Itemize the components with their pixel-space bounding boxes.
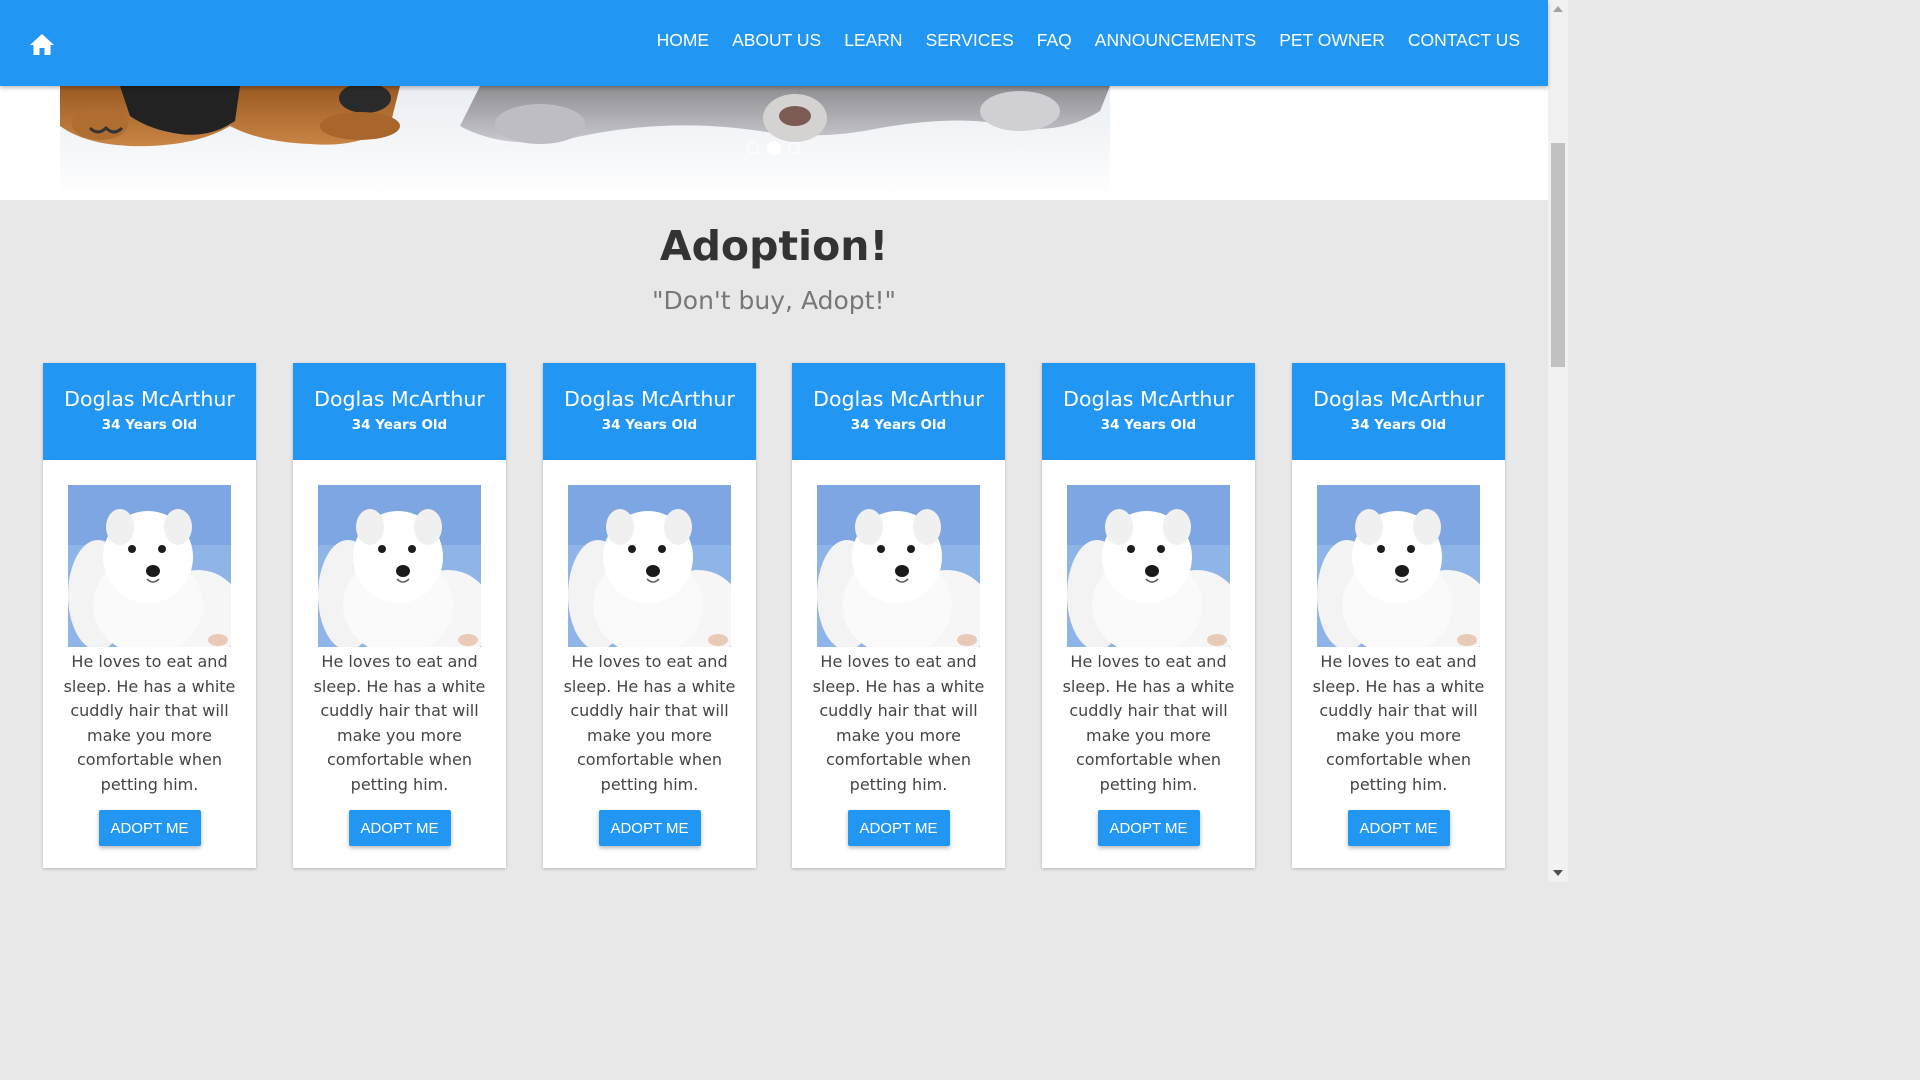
pet-card-header: Doglas McArthur 34 Years Old <box>293 363 506 460</box>
nav-item-home[interactable]: HOME <box>657 30 710 51</box>
adoption-subtitle: "Don't buy, Adopt!" <box>652 286 896 315</box>
nav-item-faq[interactable]: FAQ <box>1037 30 1072 51</box>
pet-age: 34 Years Old <box>1350 417 1447 433</box>
pet-photo <box>68 485 231 647</box>
scroll-up-arrow-icon[interactable] <box>1553 6 1563 12</box>
pet-name: Doglas McArthur <box>64 387 235 411</box>
pet-card-5: Doglas McArthur 34 Years Old He loves to… <box>1042 363 1255 868</box>
pet-card-6: Doglas McArthur 34 Years Old He loves to… <box>1292 363 1505 868</box>
pet-card-1: Doglas McArthur 34 Years Old He loves to… <box>43 363 256 868</box>
pet-age: 34 Years Old <box>101 417 198 433</box>
adopt-me-button[interactable]: ADOPT ME <box>1097 810 1200 846</box>
carousel-dot-2[interactable] <box>766 141 781 155</box>
adopt-me-button[interactable]: ADOPT ME <box>98 810 201 846</box>
pet-description: He loves to eat and sleep. He has a whit… <box>1062 652 1235 794</box>
nav-item-contact-us[interactable]: CONTACT US <box>1408 30 1520 51</box>
pet-name: Doglas McArthur <box>813 387 984 411</box>
pet-description: He loves to eat and sleep. He has a whit… <box>563 652 736 794</box>
nav-item-services[interactable]: SERVICES <box>926 30 1014 51</box>
pet-photo <box>817 485 980 647</box>
pet-photo <box>568 485 731 647</box>
pet-card-header: Doglas McArthur 34 Years Old <box>792 363 1005 460</box>
pet-photo <box>1067 485 1230 647</box>
pet-description: He loves to eat and sleep. He has a whit… <box>63 652 236 794</box>
pet-age: 34 Years Old <box>351 417 448 433</box>
scroll-down-arrow-icon[interactable] <box>1553 870 1563 876</box>
pet-age: 34 Years Old <box>850 417 947 433</box>
pet-name: Doglas McArthur <box>314 387 485 411</box>
top-navbar: HOME ABOUT US LEARN SERVICES FAQ ANNOUNC… <box>0 0 1548 86</box>
adopt-me-button[interactable]: ADOPT ME <box>598 810 701 846</box>
pet-description: He loves to eat and sleep. He has a whit… <box>313 652 486 794</box>
adoption-title: Adoption! <box>659 222 889 270</box>
nav-item-about-us[interactable]: ABOUT US <box>732 30 821 51</box>
pet-photo <box>1317 485 1480 647</box>
pet-card-header: Doglas McArthur 34 Years Old <box>43 363 256 460</box>
pet-description: He loves to eat and sleep. He has a whit… <box>812 652 985 794</box>
hero-pets-image <box>60 86 1110 200</box>
scroll-thumb[interactable] <box>1551 143 1565 367</box>
carousel-dot-1[interactable] <box>747 142 759 154</box>
pet-description: He loves to eat and sleep. He has a whit… <box>1312 652 1485 794</box>
pet-name: Doglas McArthur <box>1313 387 1484 411</box>
adopt-me-button[interactable]: ADOPT ME <box>1347 810 1450 846</box>
hero-slider <box>0 86 1548 200</box>
carousel-dot-3[interactable] <box>788 142 800 154</box>
carousel-dots <box>747 141 808 155</box>
pet-card-4: Doglas McArthur 34 Years Old He loves to… <box>792 363 1005 868</box>
nav-menu: HOME ABOUT US LEARN SERVICES FAQ ANNOUNC… <box>634 30 1520 51</box>
pet-name: Doglas McArthur <box>564 387 735 411</box>
pet-name: Doglas McArthur <box>1063 387 1234 411</box>
page-scrollbar[interactable] <box>1548 0 1568 882</box>
pet-card-header: Doglas McArthur 34 Years Old <box>1042 363 1255 460</box>
pet-photo <box>318 485 481 647</box>
pet-card-2: Doglas McArthur 34 Years Old He loves to… <box>293 363 506 868</box>
pet-card-header: Doglas McArthur 34 Years Old <box>543 363 756 460</box>
adopt-me-button[interactable]: ADOPT ME <box>847 810 950 846</box>
pet-card-header: Doglas McArthur 34 Years Old <box>1292 363 1505 460</box>
nav-item-pet-owner[interactable]: PET OWNER <box>1279 30 1385 51</box>
nav-item-announcements[interactable]: ANNOUNCEMENTS <box>1095 30 1256 51</box>
nav-item-learn[interactable]: LEARN <box>844 30 902 51</box>
pet-age: 34 Years Old <box>601 417 698 433</box>
pet-card-3: Doglas McArthur 34 Years Old He loves to… <box>543 363 756 868</box>
adopt-me-button[interactable]: ADOPT ME <box>348 810 451 846</box>
pet-age: 34 Years Old <box>1100 417 1197 433</box>
home-icon[interactable] <box>29 33 55 57</box>
